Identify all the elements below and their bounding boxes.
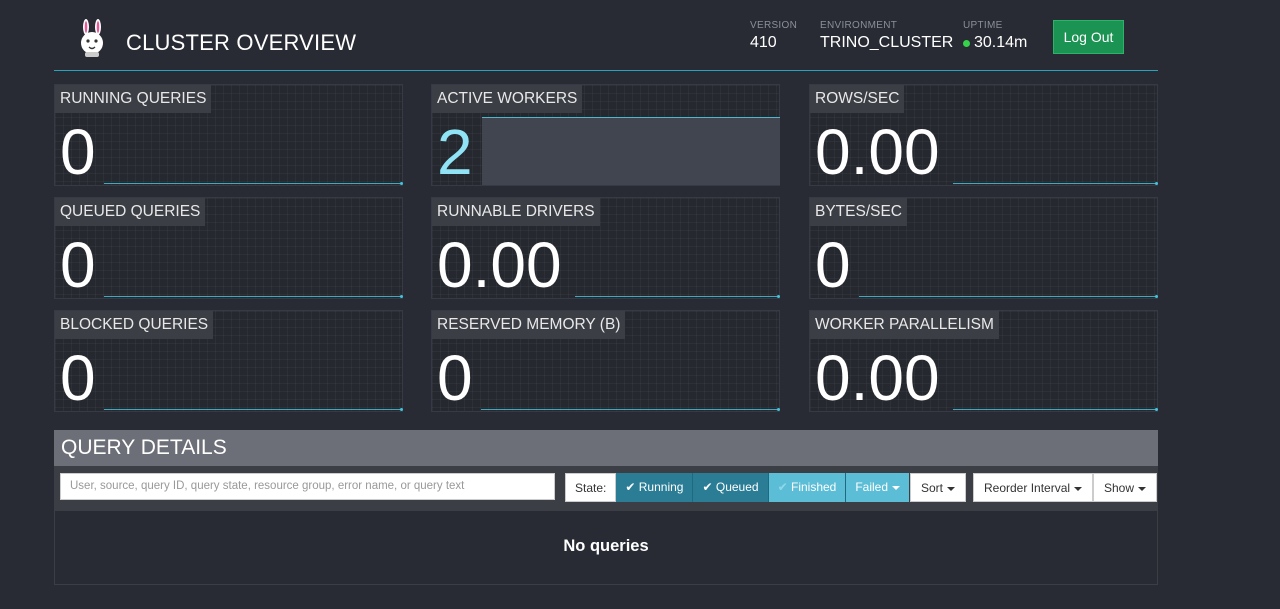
worker-parallelism-sparkline [953,408,1158,411]
sort-label: Sort [921,481,944,495]
bytes-sec-value: 0 [815,229,851,301]
blocked-queries-label: BLOCKED QUERIES [55,311,214,339]
query-list: No queries [54,510,1158,585]
state-filter-group: State: ✔ Running ✔ Queued ✔ Finished Fai… [565,473,910,502]
worker-parallelism-label: WORKER PARALLELISM [810,311,999,339]
state-finished-toggle[interactable]: ✔ Finished [768,473,847,502]
state-failed-dropdown[interactable]: Failed [846,473,910,502]
version-value: 410 [750,34,777,51]
blocked-queries-card: BLOCKED QUERIES 0 [54,310,403,414]
blocked-queries-sparkline [104,408,403,411]
queued-queries-value: 0 [60,229,96,301]
query-filter-bar: User, source, query ID, query state, res… [54,466,1158,510]
trino-bunny-logo-icon [81,19,103,57]
caret-down-icon [1074,486,1083,491]
reserved-memory-sparkline [481,408,780,411]
uptime-label: UPTIME [963,20,1003,31]
sort-dropdown[interactable]: Sort [910,473,967,502]
state-label: State: [565,473,617,502]
caret-down-icon [892,485,901,490]
runnable-drivers-card: RUNNABLE DRIVERS 0.00 [431,197,780,301]
query-details-title: QUERY DETAILS [54,430,1158,466]
queued-queries-sparkline [104,295,403,298]
queued-queries-card: QUEUED QUERIES 0 [54,197,403,301]
show-label: Show [1104,481,1135,495]
logout-button[interactable]: Log Out [1053,20,1124,54]
runnable-drivers-label: RUNNABLE DRIVERS [432,198,600,226]
environment-stat: ENVIRONMENT TRINO_CLUSTER [820,20,953,52]
check-icon: ✔ [777,480,788,494]
state-failed-label: Failed [855,480,889,494]
uptime-row: 30.14m [963,34,1027,52]
runnable-drivers-value: 0.00 [437,229,562,301]
state-running-label: Running [638,480,684,494]
version-stat: VERSION 410 [750,20,797,52]
active-workers-value: 2 [437,116,473,188]
bytes-sec-sparkline [859,295,1158,298]
reorder-interval-label: Reorder Interval [984,481,1071,495]
running-queries-label: RUNNING QUERIES [55,85,212,113]
query-search-input[interactable]: User, source, query ID, query state, res… [60,473,555,500]
blocked-queries-value: 0 [60,342,96,414]
header: CLUSTER OVERVIEW VERSION 410 ENVIRONMENT… [54,0,1158,71]
rows-sec-value: 0.00 [815,116,940,188]
reorder-interval-dropdown[interactable]: Reorder Interval [973,473,1094,502]
reserved-memory-label: RESERVED MEMORY (B) [432,311,626,339]
status-dot-icon [963,39,970,47]
state-queued-toggle[interactable]: ✔ Queued [693,473,769,502]
page-container: CLUSTER OVERVIEW VERSION 410 ENVIRONMENT… [54,0,1158,585]
caret-down-icon [947,486,956,491]
worker-parallelism-card: WORKER PARALLELISM 0.00 [809,310,1158,414]
bytes-sec-card: BYTES/SEC 0 [809,197,1158,301]
environment-value: TRINO_CLUSTER [820,34,954,51]
show-dropdown[interactable]: Show [1093,473,1158,502]
rows-sec-card: ROWS/SEC 0.00 [809,84,1158,188]
rows-sec-label: ROWS/SEC [810,85,905,113]
bytes-sec-label: BYTES/SEC [810,198,907,226]
version-label: VERSION [750,20,798,31]
running-queries-sparkline [104,182,403,185]
runnable-drivers-sparkline [575,295,780,298]
check-icon: ✔ [702,480,713,494]
running-queries-value: 0 [60,116,96,188]
active-workers-label: ACTIVE WORKERS [432,85,583,113]
environment-label: ENVIRONMENT [820,20,898,31]
state-running-toggle[interactable]: ✔ Running [616,473,694,502]
active-workers-card: ACTIVE WORKERS 2 [431,84,780,188]
active-workers-sparkline [482,117,780,185]
uptime-value: 30.14m [974,34,1028,51]
queued-queries-label: QUEUED QUERIES [55,198,206,226]
reserved-memory-value: 0 [437,342,473,414]
rows-sec-sparkline [953,182,1158,185]
empty-state-text: No queries [563,537,649,555]
page-title: CLUSTER OVERVIEW [126,30,357,55]
running-queries-card: RUNNING QUERIES 0 [54,84,403,188]
state-queued-label: Queued [715,480,759,494]
worker-parallelism-value: 0.00 [815,342,940,414]
reserved-memory-card: RESERVED MEMORY (B) 0 [431,310,780,414]
uptime-stat: UPTIME 30.14m [963,20,1027,52]
state-finished-label: Finished [790,480,837,494]
check-icon: ✔ [625,480,636,494]
caret-down-icon [1138,486,1147,491]
